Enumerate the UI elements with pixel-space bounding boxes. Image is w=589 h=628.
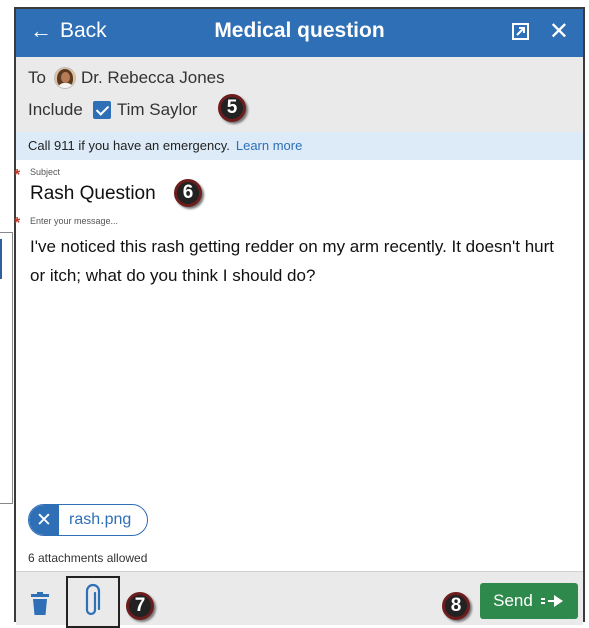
include-label: Include — [28, 100, 83, 119]
recipient-panel: To Dr. Rebecca Jones Include Tim Saylor … — [16, 57, 583, 132]
message-label: Enter your message... — [30, 216, 119, 226]
trash-icon[interactable] — [30, 592, 50, 616]
callout-badge-8: 8 — [442, 592, 470, 620]
medical-question-dialog: ← Back Medical question ✕ To Dr. Rebecca… — [14, 7, 585, 628]
dialog-footer: 7 8 Send — [16, 571, 583, 628]
remove-attachment-icon[interactable]: ✕ — [29, 505, 59, 535]
background-window — [0, 232, 13, 504]
send-arrow-icon — [540, 595, 563, 607]
learn-more-link[interactable]: Learn more — [236, 138, 302, 153]
background-window-accent — [0, 239, 2, 279]
attach-file-button[interactable] — [66, 576, 120, 628]
send-label: Send — [493, 591, 533, 610]
popout-icon[interactable] — [511, 22, 531, 42]
emergency-alert: Call 911 if you have an emergency. Learn … — [16, 132, 583, 160]
to-row: To Dr. Rebecca Jones — [28, 67, 225, 89]
include-checkbox[interactable] — [92, 101, 111, 119]
attachment-limit-note: 6 attachments allowed — [28, 551, 148, 565]
dialog-title: Medical question — [214, 19, 385, 42]
attachment-chip: ✕ rash.png — [28, 504, 148, 536]
include-person-name: Tim Saylor — [116, 100, 198, 119]
avatar — [53, 67, 76, 89]
subject-required-marker: * — [14, 167, 21, 184]
callout-badge-6: 6 — [174, 179, 202, 207]
alert-text: Call 911 if you have an emergency. — [28, 138, 230, 153]
dialog-header: ← Back Medical question ✕ — [16, 9, 583, 57]
subject-label: Subject — [30, 167, 61, 177]
callout-badge-5: 5 — [218, 94, 246, 122]
include-row: Include Tim Saylor — [28, 100, 197, 120]
callout-badge-7: 7 — [126, 592, 154, 620]
send-button[interactable]: Send — [480, 583, 578, 619]
attachment-filename[interactable]: rash.png — [69, 511, 131, 529]
paperclip-icon — [85, 583, 101, 616]
message-required-marker: * — [14, 215, 21, 232]
close-icon[interactable]: ✕ — [549, 17, 569, 46]
message-textarea[interactable]: I've noticed this rash getting redder on… — [30, 232, 565, 290]
subject-input[interactable]: Rash Question — [30, 183, 156, 205]
to-label: To — [28, 68, 46, 87]
recipient-name: Dr. Rebecca Jones — [80, 68, 225, 87]
